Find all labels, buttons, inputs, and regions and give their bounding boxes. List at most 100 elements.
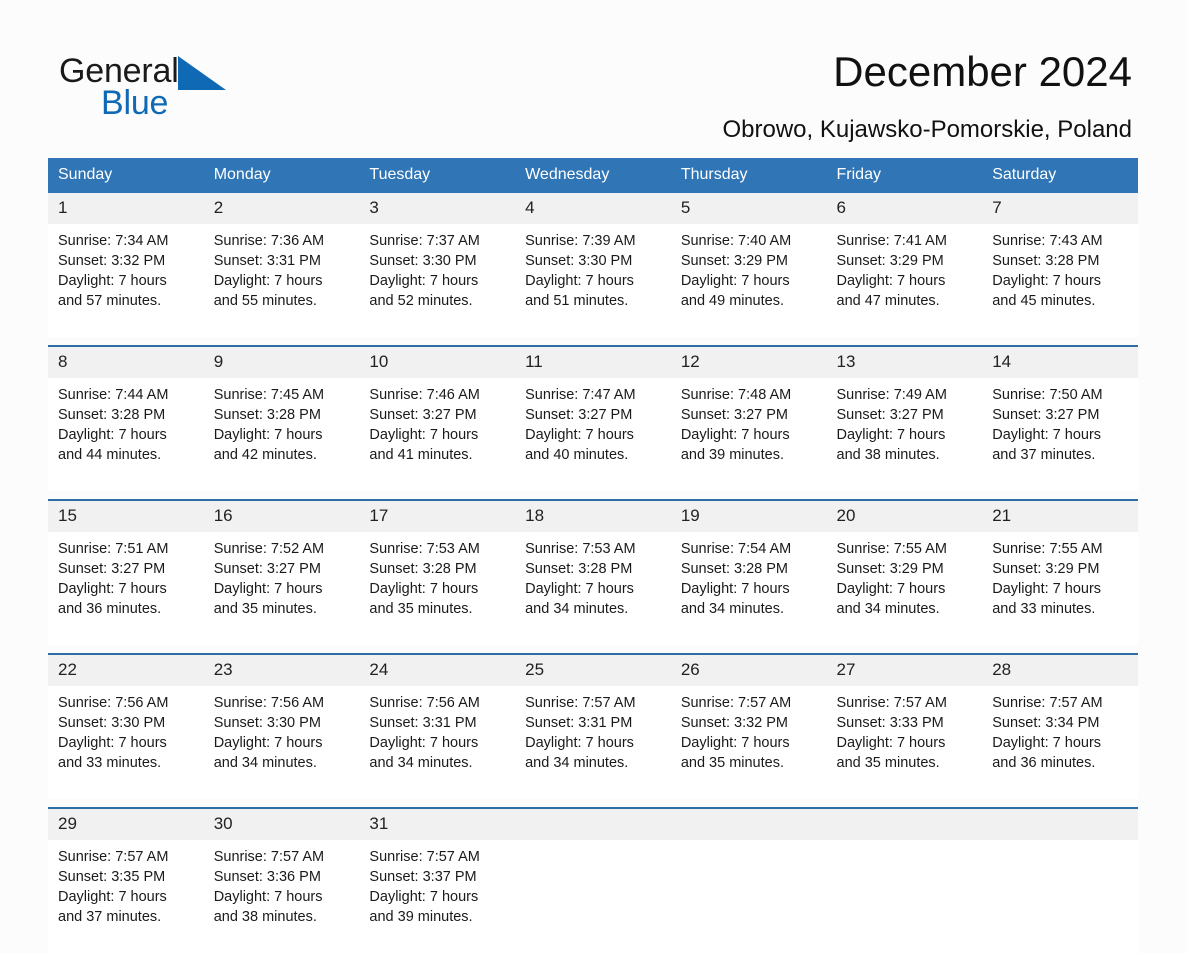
day-number[interactable]: 15: [48, 500, 204, 532]
daylight-text-line1: Daylight: 7 hours: [369, 735, 479, 751]
sunset-text: Sunset: 3:30 PM: [369, 253, 477, 269]
sunrise-text: Sunrise: 7:46 AM: [369, 387, 480, 403]
day-cell[interactable]: Sunrise: 7:53 AM Sunset: 3:28 PM Dayligh…: [359, 532, 516, 645]
day-number[interactable]: 17: [359, 500, 516, 532]
day-number[interactable]: 14: [982, 346, 1138, 378]
day-number[interactable]: 5: [670, 193, 827, 224]
day-cell[interactable]: Sunrise: 7:41 AM Sunset: 3:29 PM Dayligh…: [826, 224, 983, 337]
day-cell[interactable]: Sunrise: 7:44 AM Sunset: 3:28 PM Dayligh…: [48, 378, 204, 491]
sunrise-text: Sunrise: 7:56 AM: [58, 695, 169, 711]
day-number[interactable]: 8: [48, 346, 204, 378]
day-cell[interactable]: Sunrise: 7:56 AM Sunset: 3:30 PM Dayligh…: [203, 686, 360, 799]
day-cell[interactable]: Sunrise: 7:57 AM Sunset: 3:35 PM Dayligh…: [48, 840, 204, 953]
daylight-text-line1: Daylight: 7 hours: [525, 581, 634, 597]
day-cell[interactable]: Sunrise: 7:39 AM Sunset: 3:30 PM Dayligh…: [515, 224, 671, 337]
day-cell[interactable]: Sunrise: 7:50 AM Sunset: 3:27 PM Dayligh…: [982, 378, 1138, 491]
day-cell-empty: [982, 840, 1138, 953]
day-number[interactable]: 24: [359, 654, 516, 686]
day-cell[interactable]: Sunrise: 7:47 AM Sunset: 3:27 PM Dayligh…: [515, 378, 671, 491]
day-cell[interactable]: Sunrise: 7:49 AM Sunset: 3:27 PM Dayligh…: [826, 378, 983, 491]
sunset-text: Sunset: 3:31 PM: [525, 715, 633, 731]
day-cell[interactable]: Sunrise: 7:57 AM Sunset: 3:34 PM Dayligh…: [982, 686, 1138, 799]
sunset-text: Sunset: 3:27 PM: [680, 407, 789, 423]
day-cell[interactable]: Sunrise: 7:34 AM Sunset: 3:32 PM Dayligh…: [48, 224, 204, 337]
sunrise-text: Sunrise: 7:55 AM: [992, 541, 1103, 557]
sunrise-text: Sunrise: 7:34 AM: [58, 233, 169, 249]
day-cell[interactable]: Sunrise: 7:37 AM Sunset: 3:30 PM Dayligh…: [359, 224, 516, 337]
day-number[interactable]: 26: [670, 654, 827, 686]
day-cell[interactable]: Sunrise: 7:54 AM Sunset: 3:28 PM Dayligh…: [670, 532, 827, 645]
day-cell[interactable]: Sunrise: 7:55 AM Sunset: 3:29 PM Dayligh…: [826, 532, 983, 645]
day-number[interactable]: 1: [48, 193, 204, 224]
general-blue-logo[interactable]: General Blue: [59, 52, 319, 124]
day-cell[interactable]: Sunrise: 7:57 AM Sunset: 3:36 PM Dayligh…: [203, 840, 360, 953]
sunrise-text: Sunrise: 7:43 AM: [992, 233, 1103, 249]
day-cell[interactable]: Sunrise: 7:48 AM Sunset: 3:27 PM Dayligh…: [670, 378, 827, 491]
day-cell[interactable]: Sunrise: 7:43 AM Sunset: 3:28 PM Dayligh…: [982, 224, 1138, 337]
day-number[interactable]: 13: [826, 346, 983, 378]
sunset-text: Sunset: 3:28 PM: [525, 561, 633, 577]
day-number[interactable]: 29: [48, 808, 204, 840]
daylight-text-line1: Daylight: 7 hours: [369, 273, 479, 289]
day-cell[interactable]: Sunrise: 7:36 AM Sunset: 3:31 PM Dayligh…: [203, 224, 360, 337]
day-cell[interactable]: Sunrise: 7:51 AM Sunset: 3:27 PM Dayligh…: [48, 532, 204, 645]
day-number[interactable]: 31: [359, 808, 516, 840]
day-number[interactable]: 7: [982, 193, 1138, 224]
day-cell[interactable]: Sunrise: 7:57 AM Sunset: 3:32 PM Dayligh…: [670, 686, 827, 799]
sunset-text: Sunset: 3:37 PM: [369, 869, 477, 885]
day-number[interactable]: 2: [203, 193, 360, 224]
day-cell[interactable]: Sunrise: 7:53 AM Sunset: 3:28 PM Dayligh…: [515, 532, 671, 645]
daylight-text-line1: Daylight: 7 hours: [213, 889, 323, 905]
day-cell[interactable]: Sunrise: 7:55 AM Sunset: 3:29 PM Dayligh…: [982, 532, 1138, 645]
daylight-text-line1: Daylight: 7 hours: [525, 427, 634, 443]
day-number[interactable]: 10: [359, 346, 516, 378]
day-number[interactable]: 12: [670, 346, 827, 378]
day-number[interactable]: 16: [203, 500, 360, 532]
day-number[interactable]: 9: [203, 346, 360, 378]
day-cell[interactable]: Sunrise: 7:57 AM Sunset: 3:31 PM Dayligh…: [515, 686, 671, 799]
sunrise-text: Sunrise: 7:48 AM: [680, 387, 792, 403]
sunrise-text: Sunrise: 7:47 AM: [525, 387, 636, 403]
day-cell[interactable]: Sunrise: 7:57 AM Sunset: 3:37 PM Dayligh…: [359, 840, 516, 953]
weekday-header-tuesday: Tuesday: [359, 158, 516, 193]
daylight-text-line1: Daylight: 7 hours: [525, 735, 634, 751]
day-cell[interactable]: Sunrise: 7:52 AM Sunset: 3:27 PM Dayligh…: [203, 532, 360, 645]
daylight-text-line2: and 57 minutes.: [58, 293, 162, 309]
day-number[interactable]: 23: [203, 654, 360, 686]
day-number[interactable]: 25: [515, 654, 671, 686]
day-cell[interactable]: Sunrise: 7:46 AM Sunset: 3:27 PM Dayligh…: [359, 378, 516, 491]
sunrise-text: Sunrise: 7:45 AM: [213, 387, 325, 403]
day-number[interactable]: 22: [48, 654, 204, 686]
sunrise-text: Sunrise: 7:57 AM: [680, 695, 792, 711]
day-number[interactable]: 20: [826, 500, 983, 532]
day-number[interactable]: 28: [982, 654, 1138, 686]
day-cell[interactable]: Sunrise: 7:56 AM Sunset: 3:31 PM Dayligh…: [359, 686, 516, 799]
sunset-text: Sunset: 3:34 PM: [992, 715, 1100, 731]
day-cell[interactable]: Sunrise: 7:57 AM Sunset: 3:33 PM Dayligh…: [826, 686, 983, 799]
day-number[interactable]: 27: [826, 654, 983, 686]
day-cell[interactable]: Sunrise: 7:40 AM Sunset: 3:29 PM Dayligh…: [670, 224, 827, 337]
day-number[interactable]: 30: [203, 808, 360, 840]
daylight-text-line2: and 55 minutes.: [213, 293, 317, 309]
day-number-empty: [982, 808, 1138, 840]
page-header: General Blue December 2024 Obrowo, Kujaw…: [0, 0, 1188, 152]
daylight-text-line1: Daylight: 7 hours: [213, 581, 323, 597]
weekday-header-friday: Friday: [826, 158, 983, 193]
sunrise-text: Sunrise: 7:44 AM: [58, 387, 169, 403]
day-number[interactable]: 3: [359, 193, 516, 224]
day-cell[interactable]: Sunrise: 7:56 AM Sunset: 3:30 PM Dayligh…: [48, 686, 204, 799]
day-number[interactable]: 11: [515, 346, 671, 378]
daylight-text-line1: Daylight: 7 hours: [58, 889, 167, 905]
day-number[interactable]: 6: [826, 193, 983, 224]
day-number[interactable]: 19: [670, 500, 827, 532]
day-cell[interactable]: Sunrise: 7:45 AM Sunset: 3:28 PM Dayligh…: [203, 378, 360, 491]
daylight-text-line2: and 33 minutes.: [992, 601, 1096, 617]
daylight-text-line1: Daylight: 7 hours: [213, 735, 323, 751]
day-number[interactable]: 4: [515, 193, 671, 224]
day-number[interactable]: 21: [982, 500, 1138, 532]
daylight-text-line2: and 41 minutes.: [369, 447, 473, 463]
weekday-header-monday: Monday: [203, 158, 360, 193]
calendar-header-row: Sunday Monday Tuesday Wednesday Thursday…: [48, 158, 1138, 193]
week-date-row: 15 16 17 18 19 20 21: [48, 500, 1138, 532]
day-number[interactable]: 18: [515, 500, 671, 532]
